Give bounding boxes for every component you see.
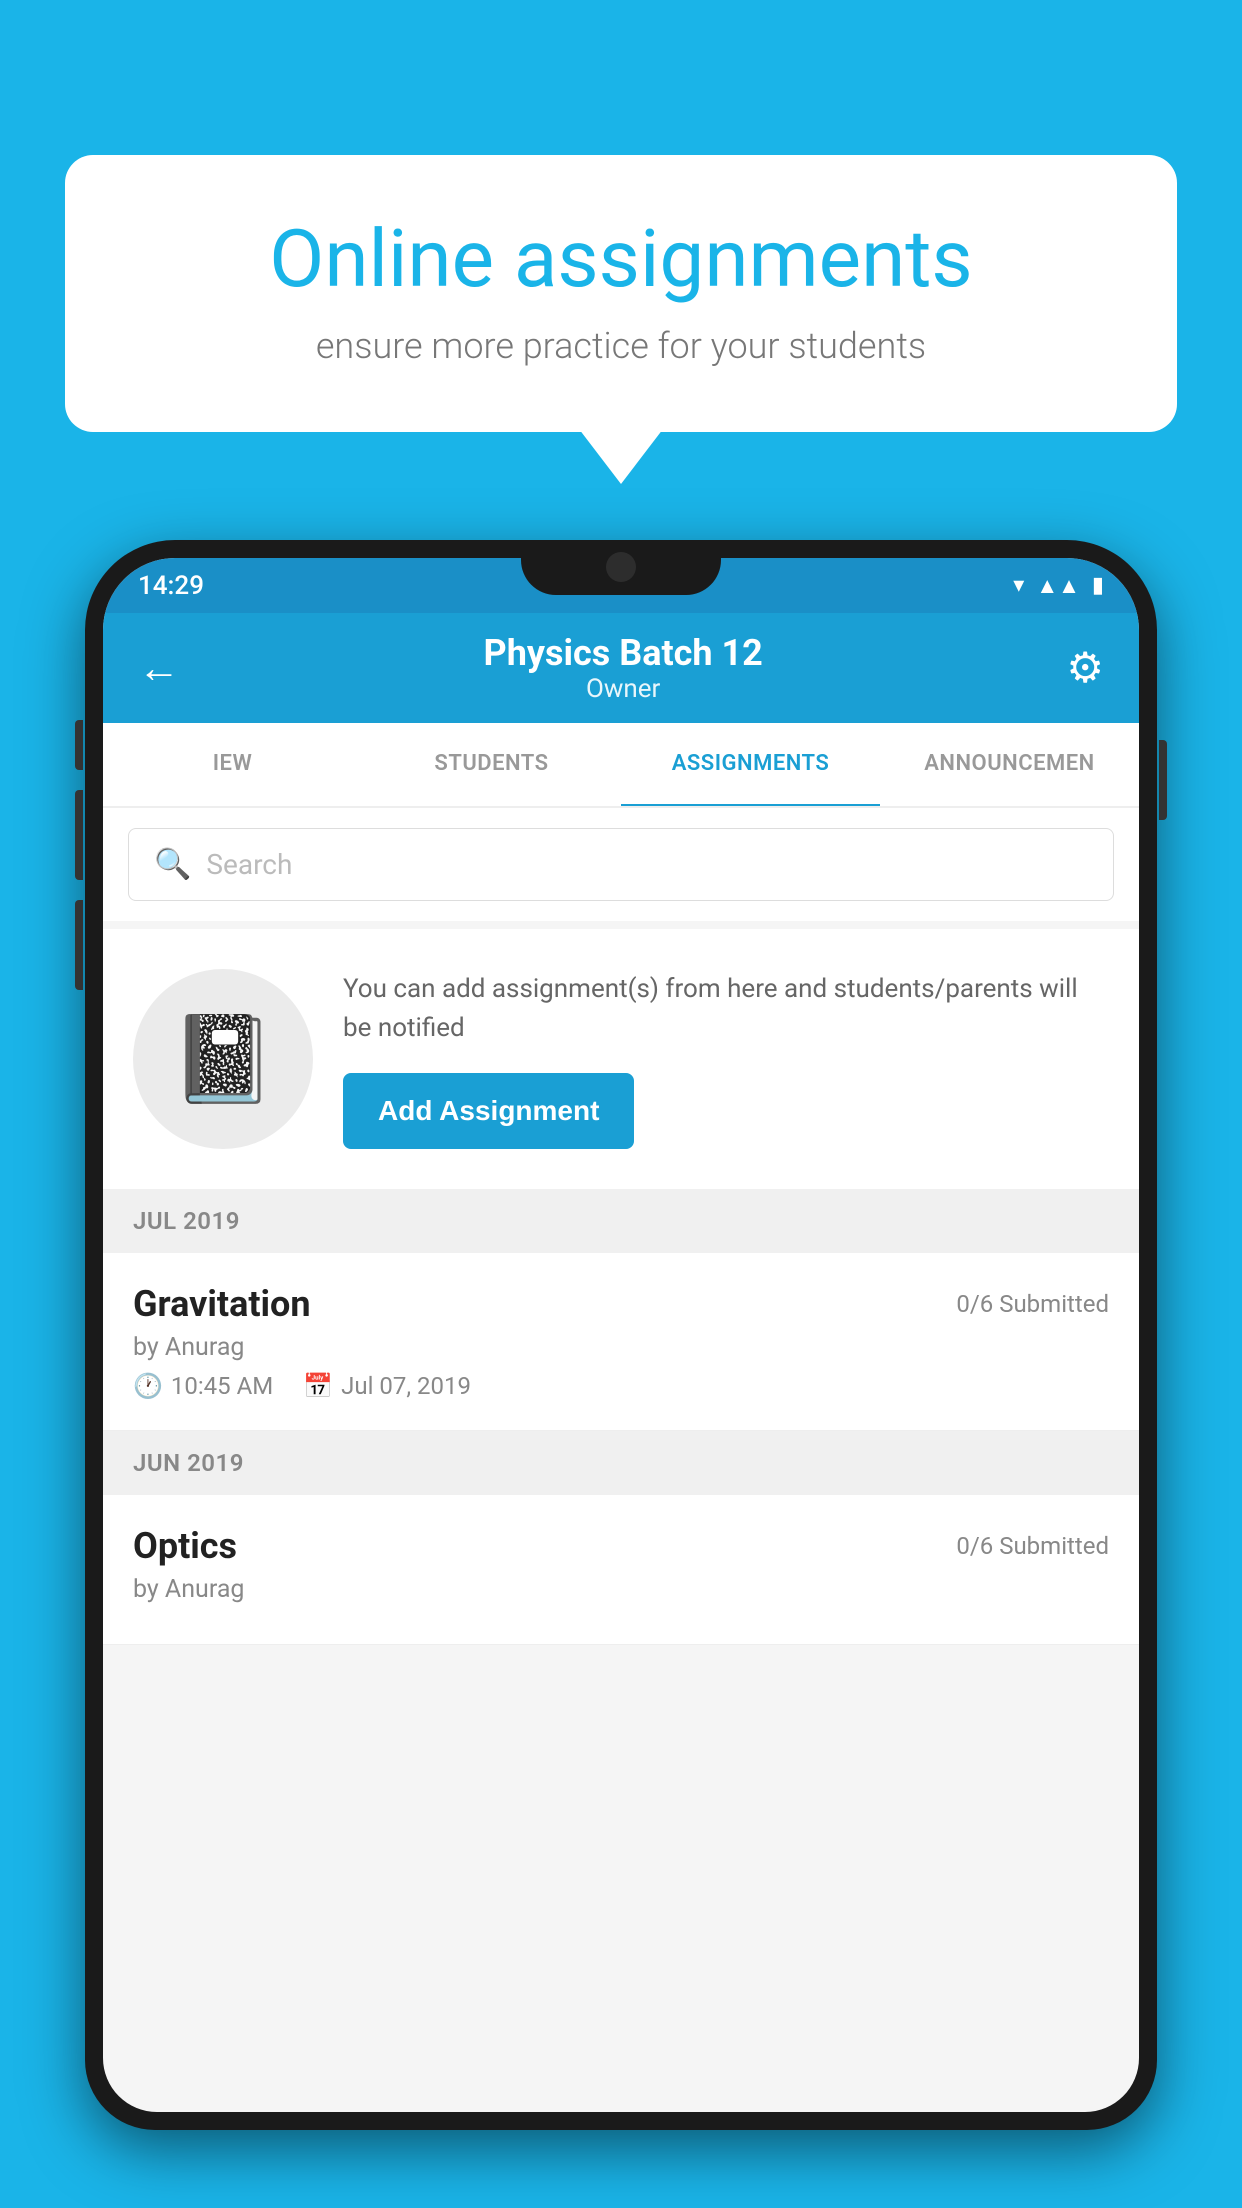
search-icon: 🔍 <box>154 847 191 882</box>
date-value-gravitation: Jul 07, 2019 <box>341 1372 471 1400</box>
phone-button-left-1 <box>75 720 83 770</box>
assignment-author-optics: by Anurag <box>133 1575 1109 1604</box>
assignment-submitted-gravitation: 0/6 Submitted <box>956 1290 1109 1318</box>
phone-container: 14:29 ▾ ▲▲ ▮ ← Physics Batch 12 Owner ⚙ … <box>85 540 1157 2208</box>
assignment-name-optics: Optics <box>133 1525 237 1567</box>
phone-outer: 14:29 ▾ ▲▲ ▮ ← Physics Batch 12 Owner ⚙ … <box>85 540 1157 2130</box>
speech-bubble-title: Online assignments <box>135 215 1107 303</box>
phone-button-left-3 <box>75 900 83 990</box>
signal-icon: ▲▲ <box>1036 573 1080 599</box>
phone-notch <box>521 540 721 595</box>
phone-screen: 14:29 ▾ ▲▲ ▮ ← Physics Batch 12 Owner ⚙ … <box>103 558 1139 2112</box>
clock-icon-gravitation: 🕐 <box>133 1372 163 1400</box>
status-time: 14:29 <box>138 571 204 601</box>
speech-bubble-subtitle: ensure more practice for your students <box>135 325 1107 367</box>
assignment-submitted-optics: 0/6 Submitted <box>956 1532 1109 1560</box>
time-value-gravitation: 10:45 AM <box>171 1372 273 1400</box>
assignment-item-row1: Gravitation 0/6 Submitted <box>133 1283 1109 1325</box>
calendar-icon-gravitation: 📅 <box>303 1372 333 1400</box>
assignment-meta-gravitation: 🕐 10:45 AM 📅 Jul 07, 2019 <box>133 1372 1109 1400</box>
app-bar-subtitle: Owner <box>484 674 763 704</box>
tab-announcements[interactable]: ANNOUNCEMEN <box>880 723 1139 806</box>
wifi-icon: ▾ <box>1013 573 1024 598</box>
assignment-item-optics-row1: Optics 0/6 Submitted <box>133 1525 1109 1567</box>
assignment-item-optics[interactable]: Optics 0/6 Submitted by Anurag <box>103 1495 1139 1645</box>
phone-button-right <box>1159 740 1167 820</box>
assignment-date-gravitation: 📅 Jul 07, 2019 <box>303 1372 471 1400</box>
assignment-notebook-icon: 📓 <box>170 1009 276 1109</box>
assignment-item-gravitation[interactable]: Gravitation 0/6 Submitted by Anurag 🕐 10… <box>103 1253 1139 1431</box>
status-icons: ▾ ▲▲ ▮ <box>1013 573 1104 599</box>
phone-button-left-2 <box>75 790 83 880</box>
section-header-jun-2019: JUN 2019 <box>103 1431 1139 1495</box>
app-bar: ← Physics Batch 12 Owner ⚙ <box>103 613 1139 723</box>
assignment-time-gravitation: 🕐 10:45 AM <box>133 1372 273 1400</box>
search-placeholder: Search <box>206 848 292 881</box>
search-input-wrap[interactable]: 🔍 Search <box>128 828 1114 901</box>
search-container: 🔍 Search <box>103 808 1139 921</box>
speech-bubble-container: Online assignments ensure more practice … <box>65 155 1177 432</box>
battery-icon: ▮ <box>1092 573 1104 598</box>
tab-students[interactable]: STUDENTS <box>362 723 621 806</box>
add-assignment-button[interactable]: Add Assignment <box>343 1073 634 1149</box>
speech-bubble: Online assignments ensure more practice … <box>65 155 1177 432</box>
section-header-jul-2019: JUL 2019 <box>103 1189 1139 1253</box>
add-assignment-right: You can add assignment(s) from here and … <box>343 970 1109 1149</box>
add-assignment-description: You can add assignment(s) from here and … <box>343 970 1109 1048</box>
tabs-container: IEW STUDENTS ASSIGNMENTS ANNOUNCEMEN <box>103 723 1139 808</box>
tab-assignments[interactable]: ASSIGNMENTS <box>621 723 880 808</box>
assignment-author-gravitation: by Anurag <box>133 1333 1109 1362</box>
settings-icon[interactable]: ⚙ <box>1066 643 1104 693</box>
tab-iew[interactable]: IEW <box>103 723 362 806</box>
app-bar-title: Physics Batch 12 <box>484 632 763 674</box>
app-bar-title-section: Physics Batch 12 Owner <box>484 632 763 704</box>
phone-camera <box>606 552 636 582</box>
add-assignment-card: 📓 You can add assignment(s) from here an… <box>103 929 1139 1189</box>
assignment-icon-circle: 📓 <box>133 969 313 1149</box>
assignment-name-gravitation: Gravitation <box>133 1283 311 1325</box>
back-button[interactable]: ← <box>138 644 180 693</box>
